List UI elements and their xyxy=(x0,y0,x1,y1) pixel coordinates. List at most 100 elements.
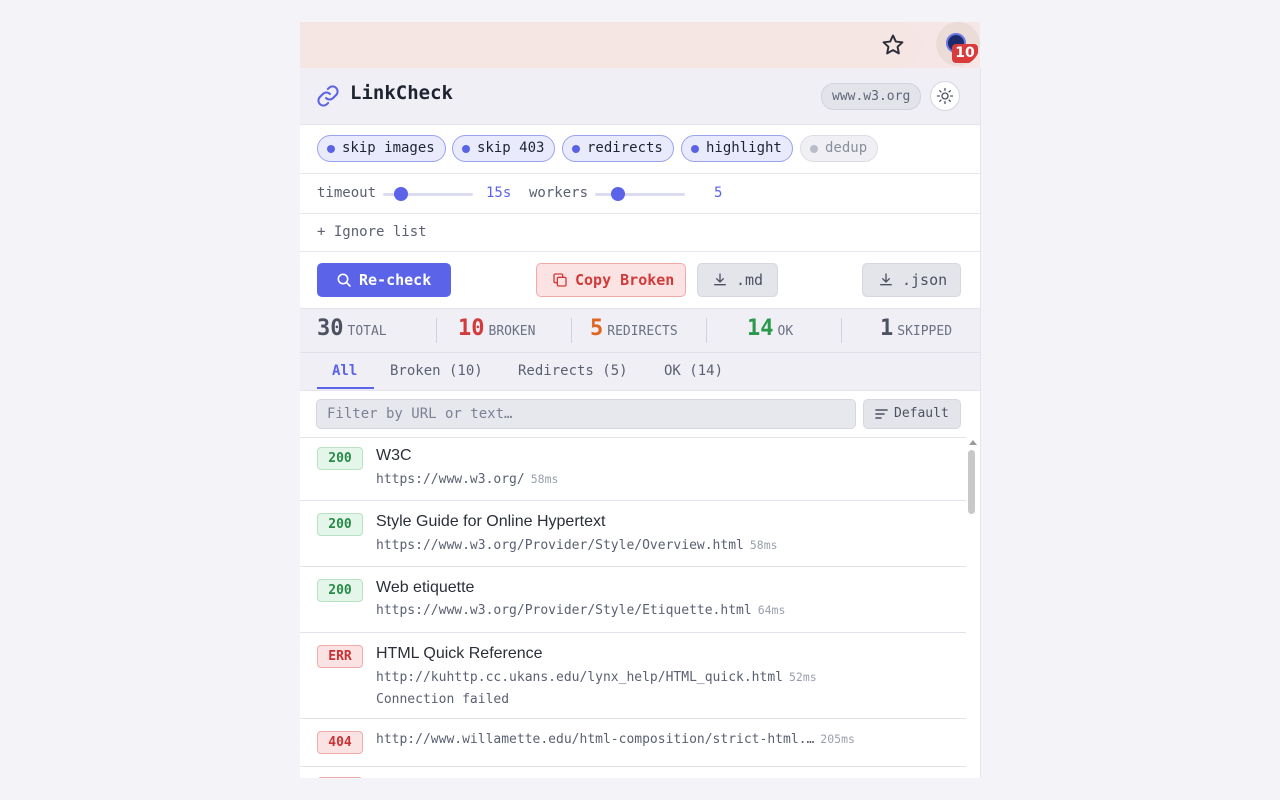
response-time: 52ms xyxy=(789,670,817,684)
result-tabs: All Broken (10) Redirects (5) OK (14) xyxy=(300,353,980,391)
timeout-value: 15s xyxy=(486,185,512,201)
sort-button[interactable]: Default xyxy=(863,399,961,429)
link-url[interactable]: https://www.w3.org/58ms xyxy=(376,472,558,487)
chip-highlight[interactable]: highlight xyxy=(681,135,793,162)
stat-broken[interactable]: 10 BROKEN xyxy=(458,316,535,341)
chip-label: dedup xyxy=(825,140,868,156)
chip-redirects[interactable]: redirects xyxy=(562,135,674,162)
results-list: 200 W3C https://www.w3.org/58ms 200 Styl… xyxy=(300,435,966,778)
filter-input[interactable] xyxy=(316,399,856,429)
stat-total-num: 30 xyxy=(317,316,344,341)
workers-label: workers xyxy=(529,185,589,201)
status-badge: 200 xyxy=(317,447,363,470)
settings-sliders: timeout 15s workers 5 xyxy=(300,174,980,214)
stat-divider xyxy=(841,318,842,343)
link-url[interactable]: https://www.w3.org/Provider/Style/Overvi… xyxy=(376,538,778,553)
timeout-label: timeout xyxy=(317,185,377,201)
chip-dot xyxy=(462,145,470,153)
list-item[interactable]: 200 W3C https://www.w3.org/58ms xyxy=(300,435,966,501)
chip-dot xyxy=(691,145,699,153)
tab-ok[interactable]: OK (14) xyxy=(664,363,723,379)
chip-skip-images[interactable]: skip images xyxy=(317,135,446,162)
sort-icon xyxy=(875,409,888,419)
list-item[interactable]: 404 http://www.willamette.edu/html-compo… xyxy=(300,719,966,767)
action-bar: Re-check Copy Broken .md .json xyxy=(300,252,980,309)
bookmark-star-icon[interactable] xyxy=(880,32,906,58)
link-title: Web etiquette xyxy=(376,579,475,596)
chip-dot xyxy=(327,145,335,153)
filter-bar: Default xyxy=(300,391,980,438)
stat-total[interactable]: 30 TOTAL xyxy=(317,316,387,341)
stat-redirects-label: REDIRECTS xyxy=(607,324,678,339)
recheck-label: Re-check xyxy=(359,271,432,289)
list-item[interactable]: ERR HTML Quick Reference http://kuhttp.c… xyxy=(300,633,966,719)
summary-stats: 30 TOTAL 10 BROKEN 5 REDIRECTS 14 OK 1 SKIPPE… xyxy=(300,309,980,353)
domain-chip: www.w3.org xyxy=(821,83,922,110)
active-tab-indicator xyxy=(317,387,374,389)
response-time: 205ms xyxy=(820,732,855,746)
header: LinkCheck www.w3.org xyxy=(300,68,980,125)
response-time: 58ms xyxy=(749,538,778,552)
chip-label: skip 403 xyxy=(477,140,545,156)
link-url-text: https://www.w3.org/ xyxy=(376,472,525,487)
chip-dedup[interactable]: dedup xyxy=(800,135,879,162)
stat-ok[interactable]: 14 OK xyxy=(747,316,793,341)
link-icon xyxy=(317,85,339,107)
workers-slider-thumb[interactable] xyxy=(610,187,625,201)
chip-dot xyxy=(572,145,580,153)
link-url[interactable]: http://www.willamette.edu/html-compositi… xyxy=(376,732,855,747)
tab-redirects[interactable]: Redirects (5) xyxy=(518,363,628,379)
copy-broken-button[interactable]: Copy Broken xyxy=(536,263,686,297)
download-icon xyxy=(714,273,726,286)
chip-label: redirects xyxy=(587,140,663,156)
tab-broken[interactable]: Broken (10) xyxy=(390,363,483,379)
workers-slider[interactable] xyxy=(595,193,685,196)
address-bar[interactable] xyxy=(300,22,922,68)
stat-broken-label: BROKEN xyxy=(488,324,536,339)
link-url[interactable]: https://www.w3.org/Provider/Style/Etique… xyxy=(376,603,785,618)
stat-ok-num: 14 xyxy=(747,316,774,341)
results-scrollbar[interactable] xyxy=(966,435,980,778)
stat-total-label: TOTAL xyxy=(347,324,387,339)
export-md-label: .md xyxy=(736,271,764,289)
stat-skipped-num: 1 xyxy=(880,316,894,341)
copy-icon xyxy=(553,273,567,287)
linkcheck-popup: LinkCheck www.w3.org skip images skip 40… xyxy=(300,68,981,778)
list-item[interactable]: 200 Web etiquette https://www.w3.org/Pro… xyxy=(300,567,966,633)
link-url[interactable]: http://kuhttp.cc.ukans.edu/lynx_help/HTM… xyxy=(376,670,817,685)
tab-all[interactable]: All xyxy=(332,363,357,379)
ignore-list-label: + Ignore list xyxy=(317,224,427,240)
stat-ok-label: OK xyxy=(777,324,794,339)
chip-skip-403[interactable]: skip 403 xyxy=(452,135,556,162)
download-icon xyxy=(880,273,892,286)
status-badge: 200 xyxy=(317,579,363,602)
response-time: 64ms xyxy=(757,603,786,617)
export-json-label: .json xyxy=(902,271,948,289)
error-message: Connection failed xyxy=(376,692,510,707)
scrollbar-thumb[interactable] xyxy=(968,450,975,514)
ignore-list-toggle[interactable]: + Ignore list xyxy=(300,214,980,252)
option-chips: skip images skip 403 redirects highlight… xyxy=(300,125,980,174)
list-item[interactable]: 200 Style Guide for Online Hypertext htt… xyxy=(300,501,966,567)
recheck-button[interactable]: Re-check xyxy=(317,263,451,297)
chip-label: skip images xyxy=(342,140,435,156)
stat-broken-num: 10 xyxy=(458,316,485,341)
link-title: Style Guide for Online Hypertext xyxy=(376,513,606,530)
stat-redirects[interactable]: 5 REDIRECTS xyxy=(590,316,678,341)
copy-broken-label: Copy Broken xyxy=(575,271,675,289)
theme-toggle-button[interactable] xyxy=(930,81,960,111)
stat-divider xyxy=(706,318,707,343)
export-md-button[interactable]: .md xyxy=(697,263,778,297)
status-badge: 404 xyxy=(317,731,363,754)
timeout-slider-thumb[interactable] xyxy=(394,187,408,201)
status-badge xyxy=(317,777,363,778)
list-item[interactable] xyxy=(300,767,966,778)
link-url-text: http://www.willamette.edu/html-compositi… xyxy=(376,732,815,747)
link-title: W3C xyxy=(376,447,412,464)
stat-skipped-label: SKIPPED xyxy=(897,324,953,339)
extension-button[interactable]: 10 xyxy=(936,22,980,66)
export-json-button[interactable]: .json xyxy=(862,263,961,297)
stat-skipped[interactable]: 1 SKIPPED xyxy=(880,316,952,341)
scroll-up-arrow-icon[interactable] xyxy=(969,440,977,445)
status-badge: ERR xyxy=(317,645,363,668)
